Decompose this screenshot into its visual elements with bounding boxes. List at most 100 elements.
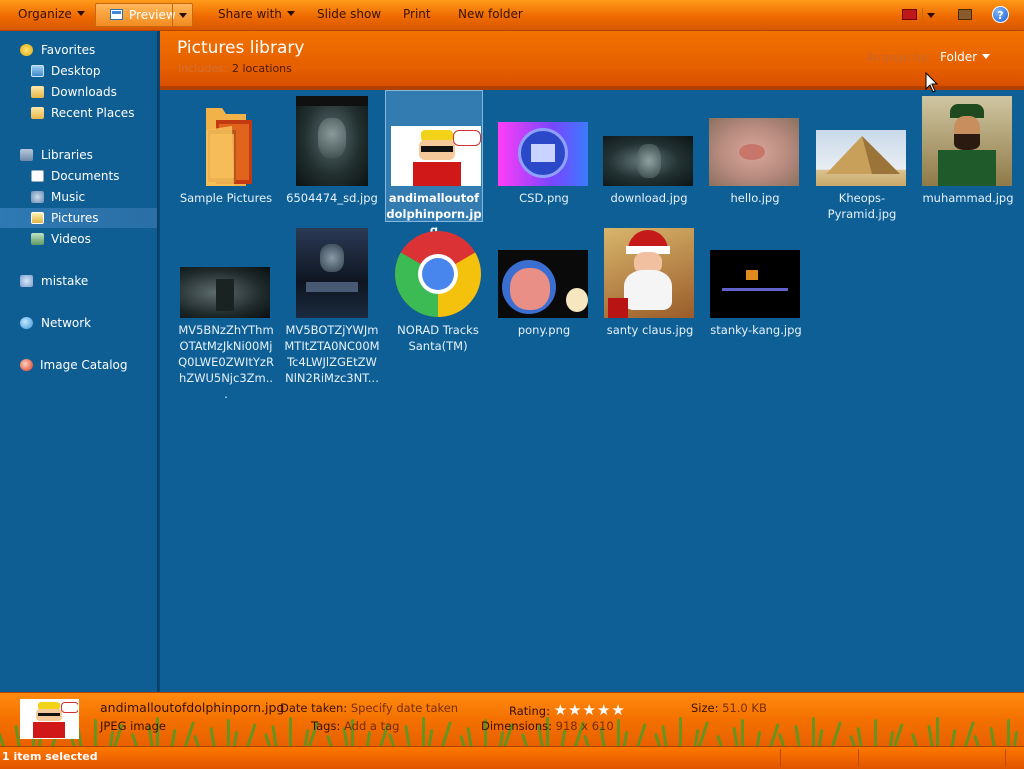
file-item[interactable]: hello.jpg <box>707 90 803 220</box>
file-thumbnail <box>604 228 694 318</box>
share-with-button[interactable]: Share with <box>218 0 295 30</box>
music-icon <box>31 191 44 203</box>
grass-blade <box>365 730 372 747</box>
file-item[interactable]: download.jpg <box>601 90 697 220</box>
desktop-icon <box>31 65 44 77</box>
status-divider <box>780 749 781 767</box>
dimensions-label: Dimensions: <box>481 719 552 733</box>
grass-blade <box>732 726 739 747</box>
arrange-by-label: Arrange by: <box>866 51 930 64</box>
locations-link[interactable]: 2 locations <box>232 62 292 75</box>
grass-blade <box>404 724 411 747</box>
print-button[interactable]: Print <box>403 0 431 30</box>
new-folder-button[interactable]: New folder <box>458 0 523 30</box>
file-name: 6504474_sd.jpg <box>286 191 378 205</box>
date-taken-value[interactable]: Specify date taken <box>351 701 458 715</box>
grass-blade <box>1007 719 1010 747</box>
file-name: MV5BNzZhYThmOTAtMzJkNi00MjQ0LWE0ZWItYzRh… <box>178 323 274 401</box>
grass-blade <box>893 723 904 747</box>
file-item[interactable]: CSD.png <box>496 90 592 220</box>
change-view-button[interactable] <box>896 6 940 24</box>
organize-button[interactable]: Organize <box>18 0 85 30</box>
file-thumbnail <box>603 136 693 186</box>
sidebar-item-homegroup[interactable]: mistake <box>0 271 157 291</box>
grass-blade <box>698 721 709 747</box>
rating-stars[interactable]: ★★★★★ <box>554 701 626 719</box>
file-name: download.jpg <box>610 191 688 205</box>
sidebar-item-downloads[interactable]: Downloads <box>0 82 157 102</box>
grass-blade <box>441 721 452 747</box>
file-item[interactable]: MV5BOTZjYWJmMTItZTA0NC00MTc4LWJlZGEtZWNl… <box>284 226 380 386</box>
file-item[interactable]: NORAD Tracks Santa(TM) <box>390 226 486 366</box>
grass-blade <box>989 726 996 747</box>
file-item[interactable]: 6504474_sd.jpg <box>284 90 380 220</box>
grass-blade <box>466 726 473 747</box>
sidebar-item-label: Music <box>51 190 86 204</box>
sidebar-item-music[interactable]: Music <box>0 187 157 207</box>
sidebar-item-pictures[interactable]: Pictures <box>0 208 157 228</box>
slide-show-button[interactable]: Slide show <box>317 0 381 30</box>
file-item[interactable]: stanky-kang.jpg <box>708 226 804 366</box>
file-thumbnail <box>498 122 588 186</box>
help-icon[interactable]: ? <box>992 6 1009 23</box>
star-icon <box>20 44 33 56</box>
file-thumbnail <box>709 118 799 186</box>
file-name: NORAD Tracks Santa(TM) <box>397 323 479 353</box>
file-thumbnail <box>498 250 588 318</box>
arrange-by-dropdown[interactable]: Folder <box>940 50 991 64</box>
sidebar-item-libraries[interactable]: Libraries <box>0 145 157 165</box>
image-catalog-icon <box>20 359 33 371</box>
grass-blade <box>427 728 434 747</box>
file-item[interactable]: Kheops-Pyramid.jpg <box>814 90 910 221</box>
homegroup-icon <box>20 275 33 287</box>
preview-pane-button[interactable] <box>955 6 975 24</box>
view-icon <box>902 9 917 20</box>
sidebar-item-videos[interactable]: Videos <box>0 229 157 249</box>
file-item[interactable]: muhammad.jpg <box>920 90 1016 220</box>
file-name: muhammad.jpg <box>922 191 1014 205</box>
dimensions-field: Dimensions: 918 x 610 <box>481 719 614 733</box>
grass-blade <box>950 728 957 747</box>
share-with-label: Share with <box>218 7 282 21</box>
sidebar-item-image-catalog[interactable]: Image Catalog <box>0 355 157 375</box>
preview-split-button[interactable]: Preview <box>95 3 193 27</box>
file-name: MV5BOTZjYWJmMTItZTA0NC00MTc4LWJlZGEtZWNl… <box>284 323 380 385</box>
sidebar-item-recent-places[interactable]: Recent Places <box>0 103 157 123</box>
sidebar-item-favorites[interactable]: Favorites <box>0 40 157 60</box>
file-name: santy claus.jpg <box>606 323 694 337</box>
size-field: Size: 51.0 KB <box>691 701 767 715</box>
sidebar-item-documents[interactable]: Documents <box>0 166 157 186</box>
videos-icon <box>31 233 44 245</box>
grass-blade <box>755 730 762 747</box>
grass-blade <box>777 732 786 747</box>
tags-label: Tags: <box>311 719 341 733</box>
grass-blade <box>622 730 629 747</box>
tags-value[interactable]: Add a tag <box>344 719 399 733</box>
tags-field: Tags: Add a tag <box>311 719 399 733</box>
status-divider <box>1005 749 1006 767</box>
file-name: Kheops-Pyramid.jpg <box>827 191 897 221</box>
date-taken-label: Date taken: <box>280 701 348 715</box>
rating-label: Rating: <box>509 704 550 718</box>
navigation-pane: Favorites Desktop Downloads Recent Place… <box>0 31 157 692</box>
file-item[interactable]: andimalloutofdolphinporn.jpg <box>385 90 483 237</box>
sidebar-item-desktop[interactable]: Desktop <box>0 61 157 81</box>
grass-blade <box>910 732 919 747</box>
details-pane: andimalloutofdolphinporn.jpg JPEG image … <box>0 692 1024 747</box>
grass-blade <box>964 721 975 747</box>
file-item[interactable]: pony.png <box>496 226 592 366</box>
sidebar-item-network[interactable]: Network <box>0 313 157 333</box>
details-filetype: JPEG image <box>100 719 166 733</box>
organize-label: Organize <box>18 7 72 21</box>
preview-pane-icon <box>958 9 972 20</box>
grass-blade <box>617 719 620 747</box>
file-item[interactable]: Sample Pictures <box>178 90 274 220</box>
grass-blade <box>936 717 939 747</box>
file-item[interactable]: MV5BNzZhYThmOTAtMzJkNi00MjQ0LWE0ZWItYzRh… <box>178 226 274 401</box>
chevron-down-icon <box>927 13 935 18</box>
rating-field: Rating: ★★★★★ <box>509 701 626 719</box>
details-filename: andimalloutofdolphinporn.jpg <box>100 700 285 715</box>
chevron-down-icon[interactable] <box>179 13 187 18</box>
file-item[interactable]: santy claus.jpg <box>602 226 698 366</box>
grass-blade <box>209 726 216 747</box>
